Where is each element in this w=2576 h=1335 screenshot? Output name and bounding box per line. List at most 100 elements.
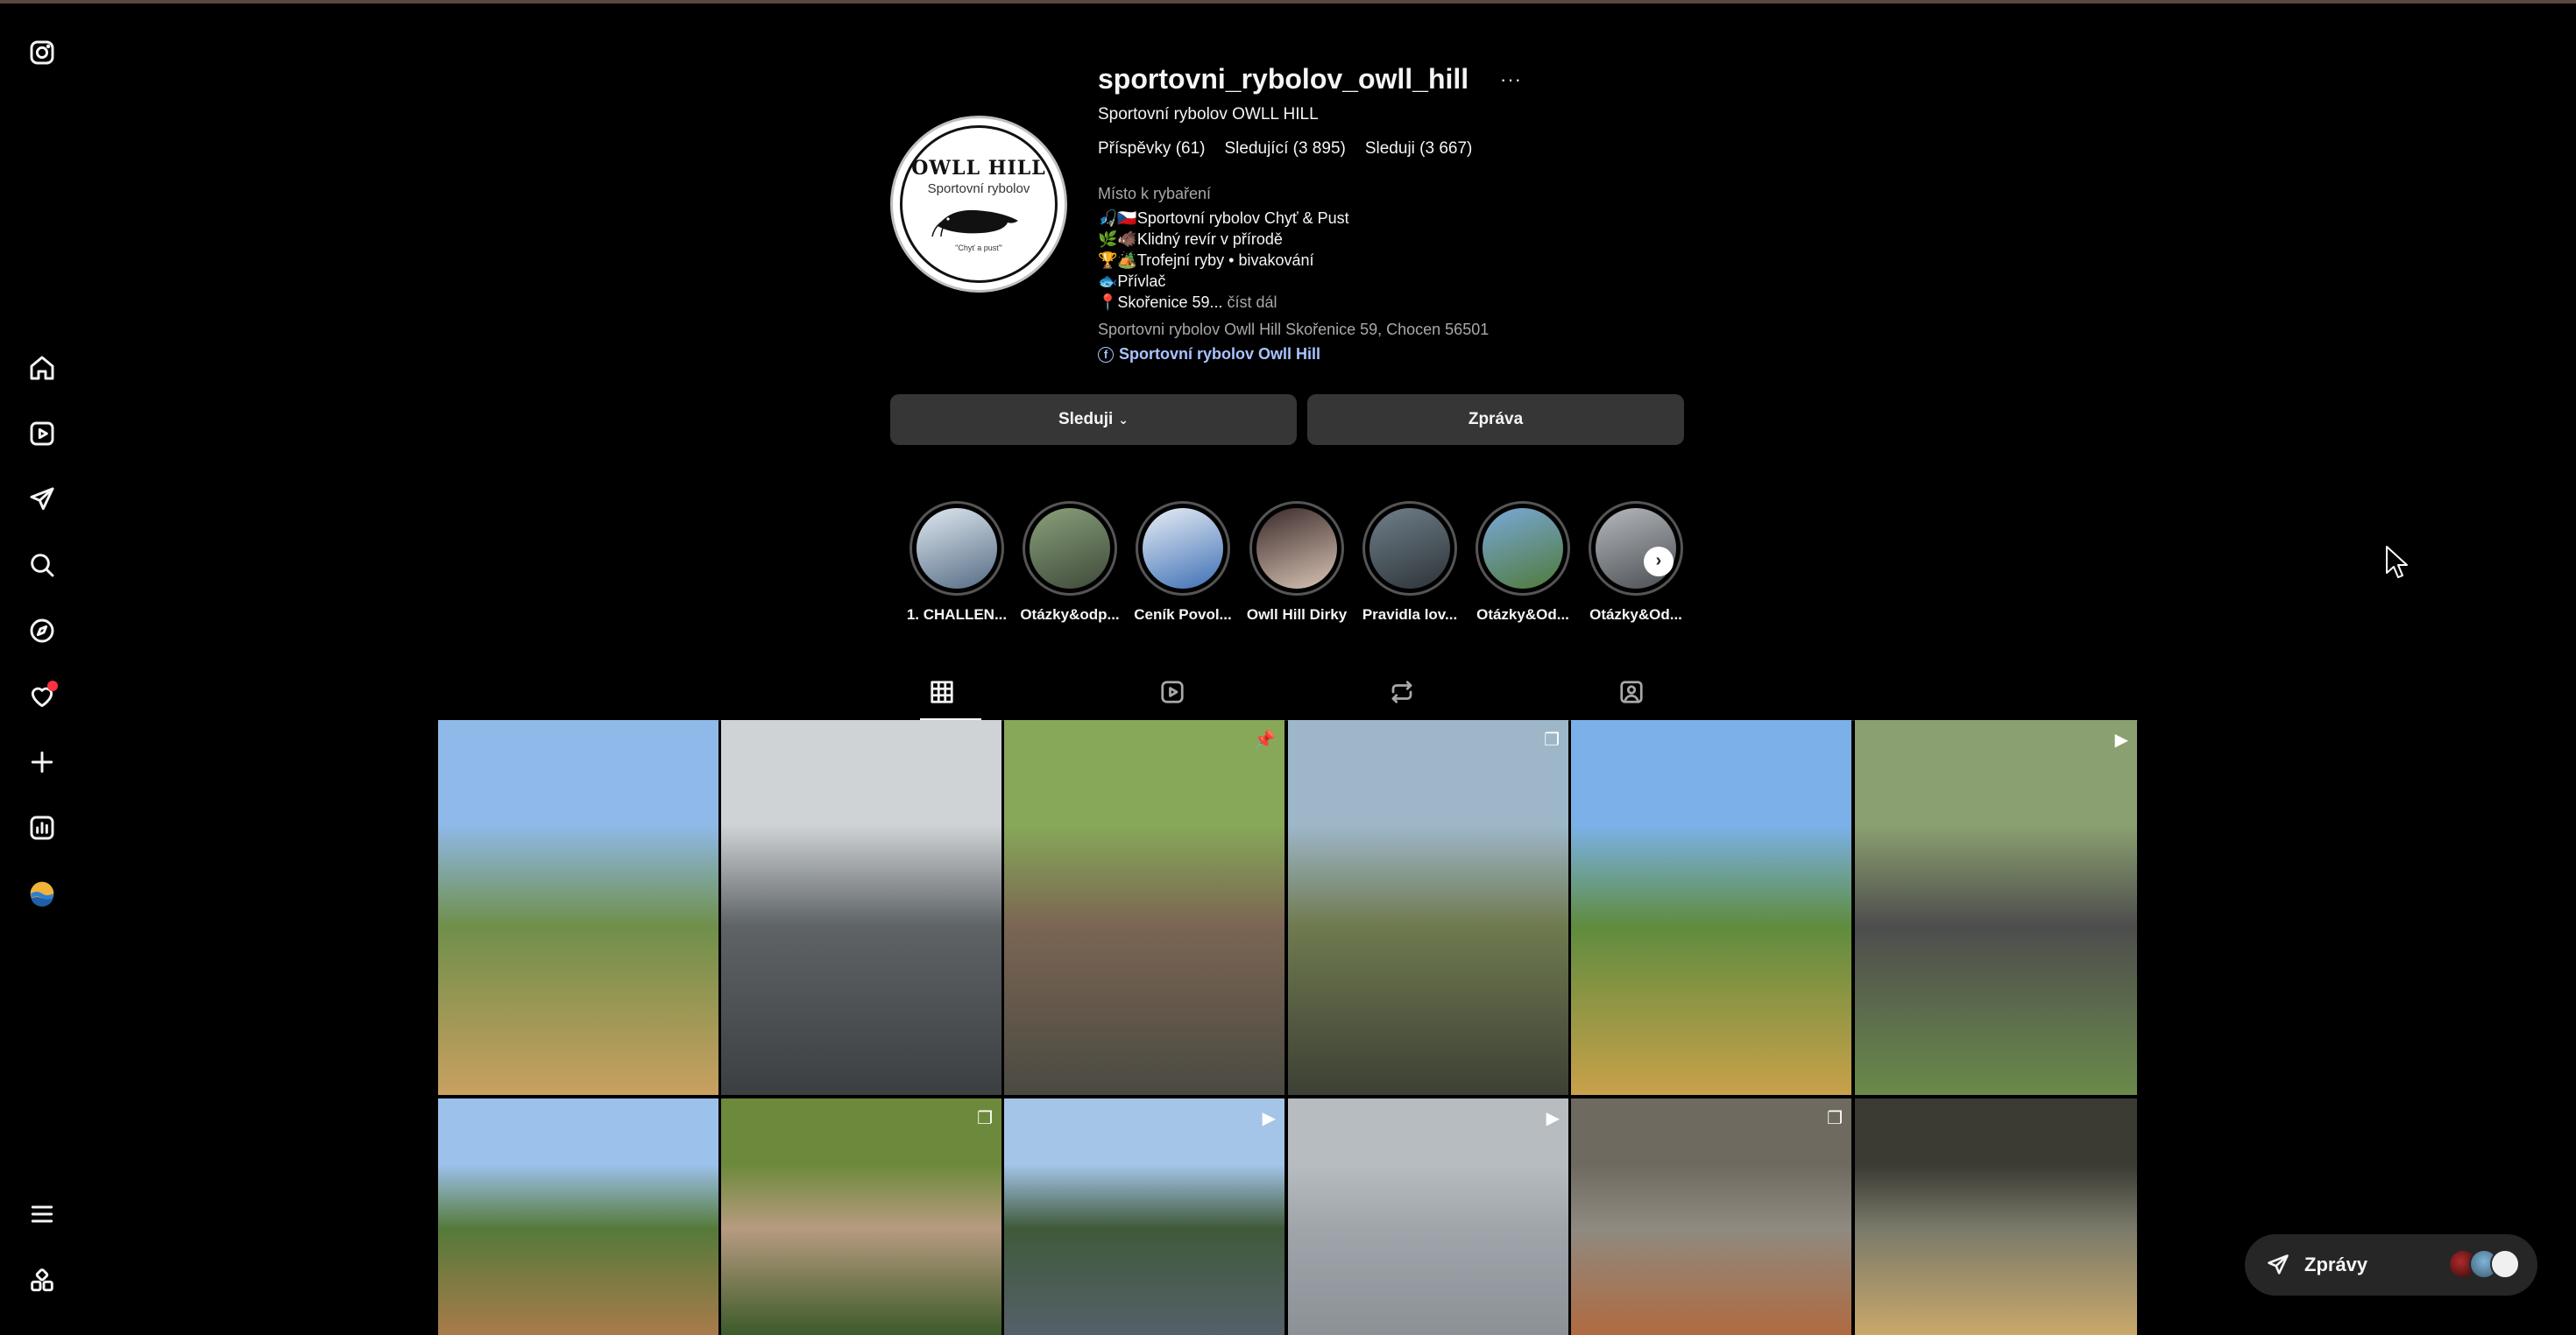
direct-messages-icon[interactable] (21, 478, 63, 520)
carousel-icon: ❐ (1827, 1109, 1843, 1128)
highlight-ring (1249, 501, 1344, 596)
facebook-icon: f (1098, 346, 1114, 363)
post-thumbnail[interactable]: ❐ (1288, 720, 1568, 1095)
logo-motto: "Chyť a pusť" (955, 243, 1002, 252)
highlight-label: Ceník Povol... (1134, 606, 1232, 623)
facebook-link[interactable]: f Sportovní rybolov Owll Hill (1098, 345, 1320, 364)
reel-icon: ▶ (1546, 1109, 1560, 1128)
tab-reels-icon[interactable] (1151, 671, 1193, 713)
post-thumbnail[interactable] (438, 720, 718, 1095)
reel-icon: ▶ (1262, 1109, 1276, 1128)
bio-line: 🎣🇨🇿Sportovní rybolov Chyť & Pust (1098, 209, 1349, 227)
avatar (2490, 1249, 2520, 1279)
post-thumbnail[interactable]: ❐ (721, 1098, 1001, 1335)
highlights-next-arrow-icon[interactable]: › (1644, 547, 1674, 576)
message-avatars (2448, 1249, 2520, 1279)
highlight-cover (1030, 508, 1110, 589)
highlight-label: 1. CHALLEN... (906, 606, 1008, 623)
dashboard-icon[interactable] (21, 807, 63, 849)
read-more-link[interactable]: číst dál (1228, 293, 1277, 311)
highlight-label: Otázky&odp... (1020, 606, 1120, 623)
explore-icon[interactable] (21, 610, 63, 652)
post-thumbnail[interactable]: ▶ (1855, 720, 2137, 1095)
home-icon[interactable] (21, 347, 63, 389)
chevron-down-icon: ⌄ (1118, 412, 1129, 427)
profile-bio: 🎣🇨🇿Sportovní rybolov Chyť & Pust 🌿🐗Klidn… (1098, 208, 1349, 313)
apps-grid-icon[interactable] (21, 1260, 63, 1302)
highlight-ring (1023, 501, 1117, 596)
highlight-ring (909, 501, 1004, 596)
post-thumbnail[interactable] (1855, 1098, 2137, 1335)
logo-subtitle: Sportovní rybolov (927, 180, 1030, 196)
highlight-cover (1483, 508, 1563, 589)
bio-line-text: 📍Skořenice 59... (1098, 293, 1223, 311)
tab-posts-grid-icon[interactable] (921, 671, 963, 713)
facebook-link-label: Sportovní rybolov Owll Hill (1119, 345, 1321, 363)
profile-username: sportovni_rybolov_owll_hill (1098, 63, 1469, 95)
carousel-icon: ❐ (977, 1109, 993, 1128)
profile-address: Sportovni rybolov Owll Hill Skořenice 59… (1098, 321, 1490, 338)
bio-line-last: 📍Skořenice 59... číst dál (1098, 292, 1349, 313)
bio-line: 🐟Přívlač (1098, 272, 1166, 290)
profile-full-name: Sportovní rybolov OWLL HILL (1098, 105, 1319, 124)
post-thumbnail[interactable] (721, 720, 1001, 1095)
post-thumbnail[interactable] (1571, 720, 1851, 1095)
following-button[interactable]: Sleduji ⌄ (890, 394, 1297, 445)
create-plus-icon[interactable] (21, 741, 63, 783)
profile-stats: Příspěvky (61) Sledující (3 895) Sleduji… (1098, 139, 1472, 159)
story-highlight[interactable]: Pravidla lov... (1359, 501, 1461, 624)
messages-widget[interactable]: Zprávy (2245, 1234, 2537, 1296)
posts-count[interactable]: Příspěvky (61) (1098, 139, 1205, 159)
menu-hamburger-icon[interactable] (21, 1193, 63, 1235)
tab-tagged-icon[interactable] (1610, 671, 1652, 713)
story-highlight[interactable]: Otázky&odp... (1019, 501, 1121, 624)
notifications-heart-icon[interactable] (21, 675, 63, 717)
message-button-label: Zpráva (1468, 410, 1524, 428)
carousel-icon: ❐ (1544, 731, 1560, 750)
profile-avatar-icon[interactable] (21, 872, 63, 915)
followers-count[interactable]: Sledující (3 895) (1224, 139, 1345, 159)
post-thumbnail[interactable]: ❐ (1571, 1098, 1851, 1335)
story-highlight[interactable]: 1. CHALLEN... (906, 501, 1008, 624)
owll-hill-logo: OWLL HILL Sportovní rybolov "Chyť a pusť… (900, 125, 1058, 283)
search-icon[interactable] (21, 544, 63, 586)
highlight-ring (1362, 501, 1457, 596)
highlight-ring (1476, 501, 1570, 596)
highlight-cover (916, 508, 997, 589)
message-button[interactable]: Zpráva (1307, 394, 1684, 445)
story-highlight[interactable]: Owll Hill Dirky (1246, 501, 1348, 624)
catfish-icon (931, 209, 1018, 237)
profile-category: Místo k rybaření (1098, 185, 1212, 202)
story-highlight[interactable]: Otázky&Od... (1472, 501, 1574, 624)
reels-nav-icon[interactable] (21, 413, 63, 455)
profile-picture[interactable]: OWLL HILL Sportovní rybolov "Chyť a pusť… (890, 116, 1067, 293)
reel-icon: ▶ (2114, 731, 2128, 750)
post-thumbnail[interactable]: ▶ (1004, 1098, 1284, 1335)
following-button-label: Sleduji (1058, 410, 1114, 428)
highlight-label: Pravidla lov... (1362, 606, 1458, 623)
instagram-logo-icon[interactable] (21, 32, 63, 74)
messages-label: Zprávy (2304, 1254, 2368, 1275)
highlight-label: Otázky&Od... (1589, 606, 1682, 623)
browser-window: OWLL HILL Sportovní rybolov "Chyť a pusť… (0, 0, 2576, 1335)
bio-line: 🌿🐗Klidný revír v přírodě (1098, 230, 1283, 248)
highlight-ring (1589, 501, 1683, 596)
following-count[interactable]: Sleduji (3 667) (1365, 139, 1473, 159)
more-options-button[interactable]: ··· (1500, 68, 1522, 91)
notification-dot (47, 681, 58, 691)
bio-line: 🏆🏕️Trofejní ryby • bivakování (1098, 251, 1314, 269)
mouse-cursor-icon (2386, 546, 2408, 578)
post-thumbnail[interactable]: ▶ (1288, 1098, 1568, 1335)
post-thumbnail[interactable] (438, 1098, 718, 1335)
tab-reposts-icon[interactable] (1381, 671, 1423, 713)
post-thumbnail[interactable]: 📌 (1004, 720, 1284, 1095)
direct-send-icon (2268, 1254, 2289, 1275)
logo-title: OWLL HILL (911, 156, 1046, 180)
story-highlight[interactable]: Ceník Povol... (1132, 501, 1234, 624)
highlight-label: Otázky&Od... (1476, 606, 1569, 623)
side-nav (0, 7, 84, 1335)
highlight-label: Owll Hill Dirky (1246, 606, 1348, 623)
highlight-cover (1256, 508, 1337, 589)
highlight-ring (1136, 501, 1230, 596)
highlight-cover (1369, 508, 1450, 589)
